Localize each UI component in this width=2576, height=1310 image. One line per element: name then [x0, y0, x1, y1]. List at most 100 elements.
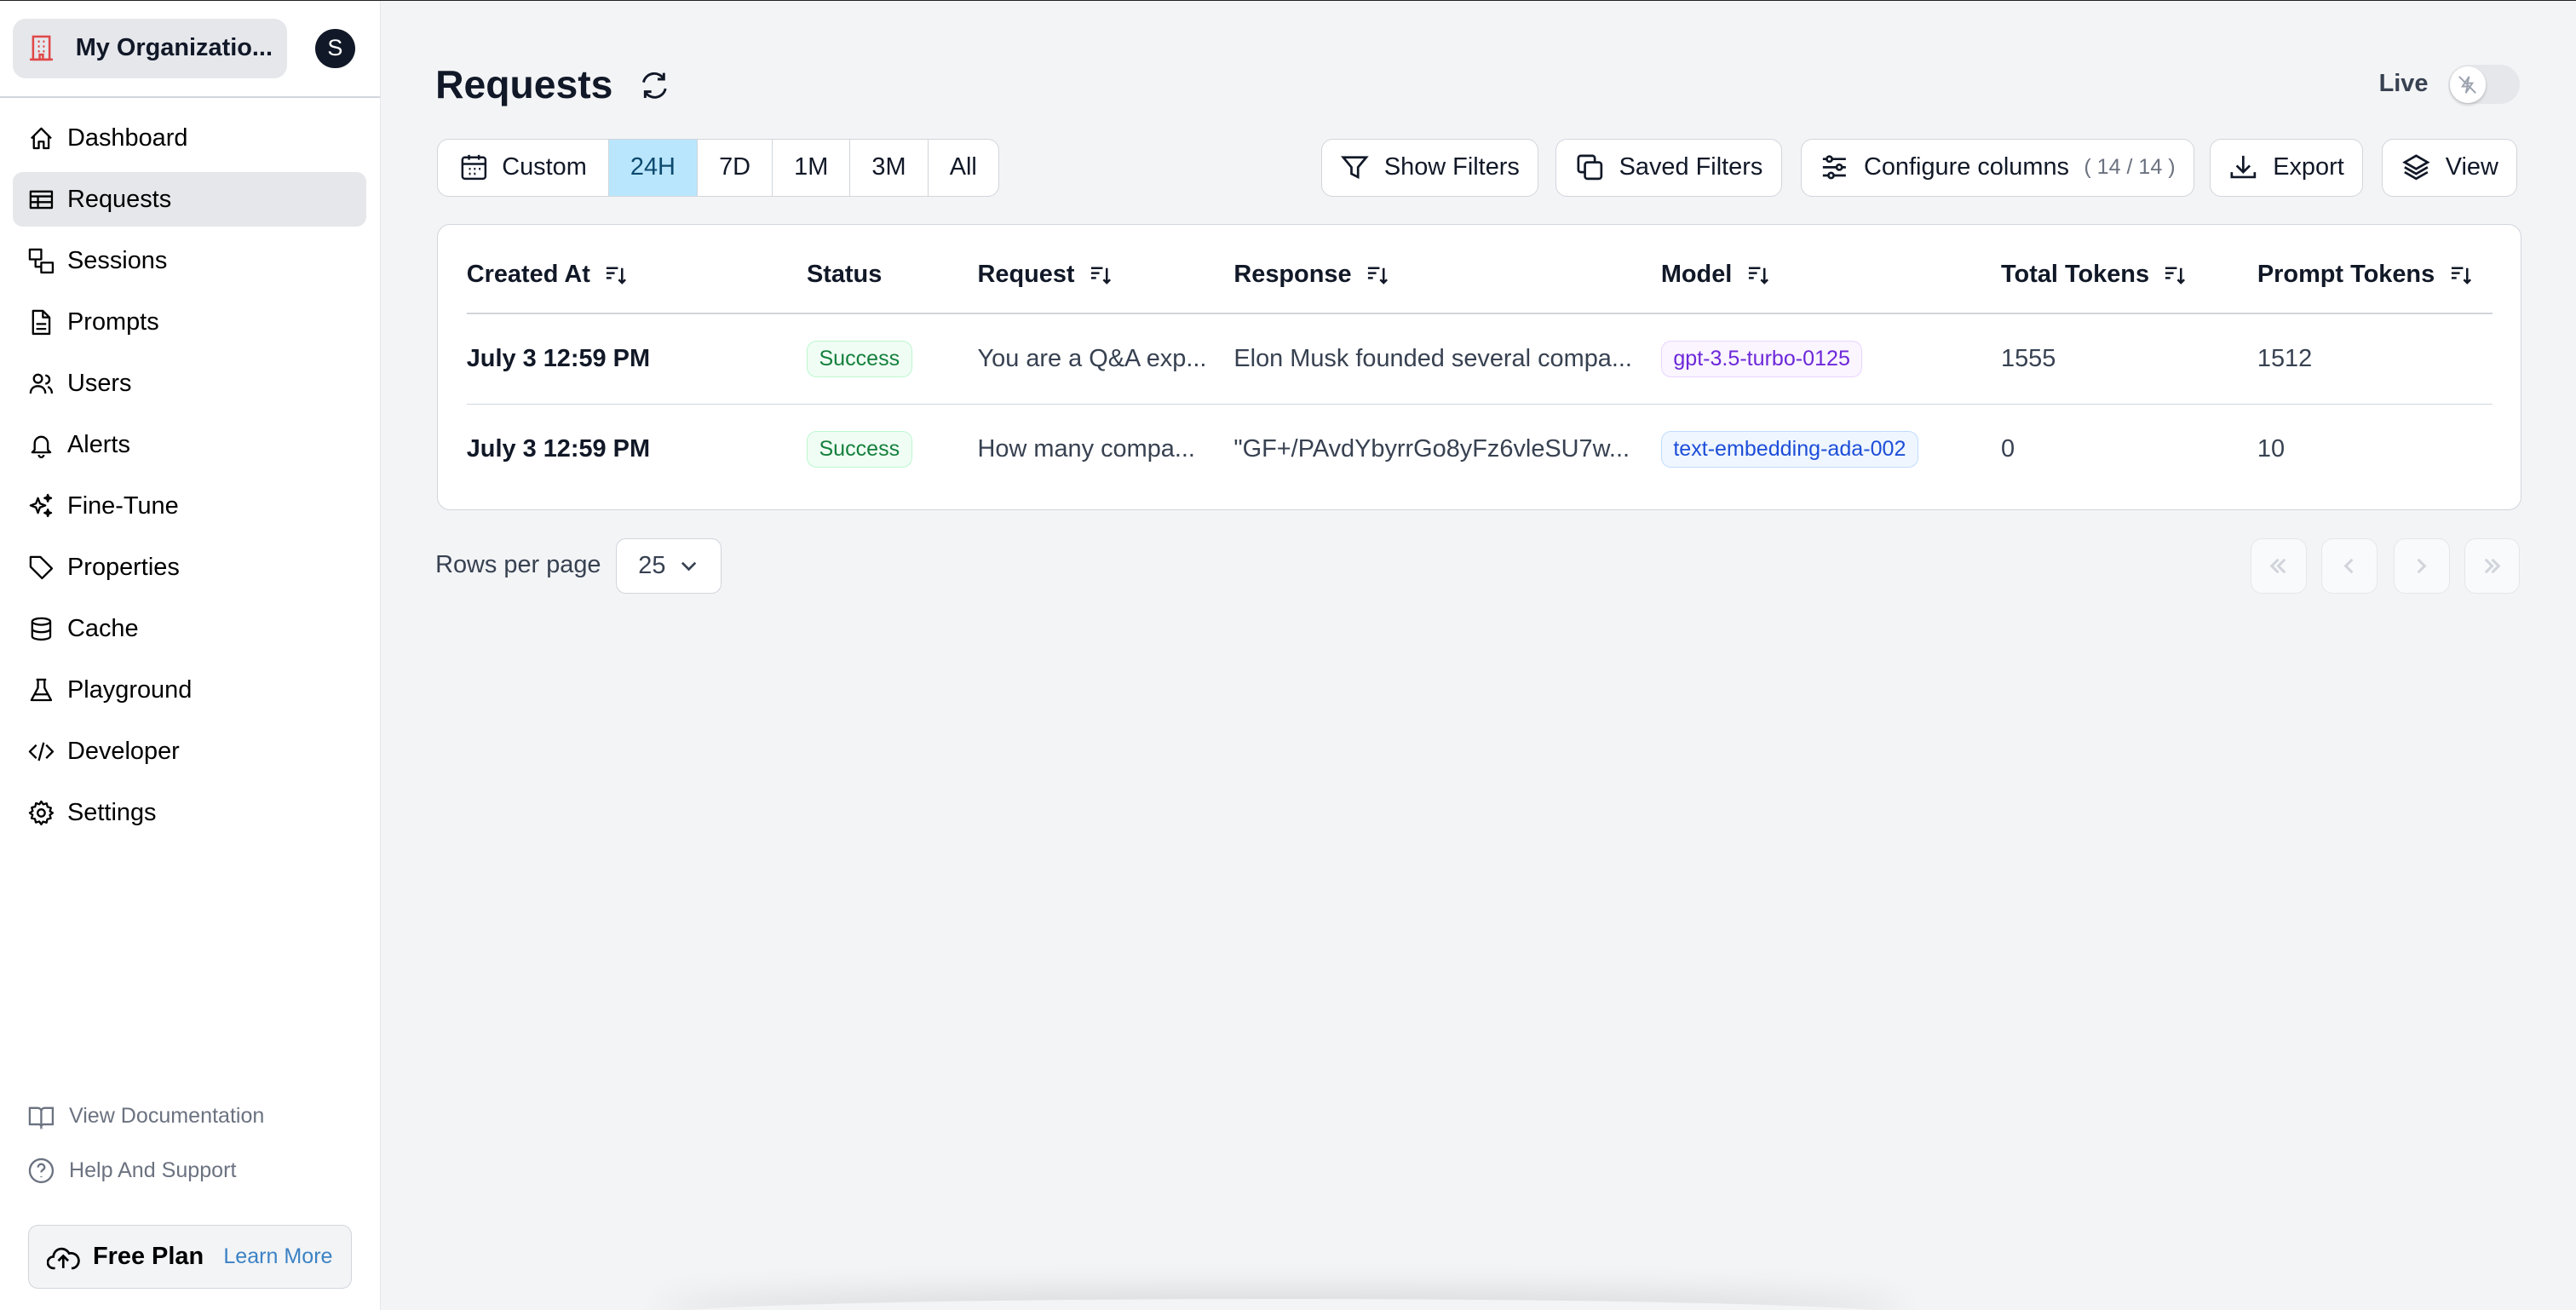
- live-label: Live: [2378, 70, 2429, 97]
- sliders-icon: [1822, 155, 1846, 180]
- bell-icon: [31, 435, 51, 458]
- divider: [0, 95, 380, 98]
- sidebar-item-label: Properties: [67, 553, 180, 581]
- cloud-upload-icon: [46, 1247, 80, 1270]
- range-label: 24H: [630, 153, 676, 181]
- calendar-icon: [461, 155, 487, 181]
- column-header-total-tokens[interactable]: Total Tokens: [2001, 261, 2187, 289]
- beaker-icon: [30, 678, 52, 702]
- page-title: Requests: [435, 62, 613, 107]
- range-24h[interactable]: 24H: [607, 140, 697, 196]
- sidebar-item-cache[interactable]: Cache: [13, 601, 366, 656]
- sidebar-item-label: Cache: [67, 614, 139, 642]
- column-header-created-at[interactable]: Created At: [467, 261, 628, 289]
- sidebar-item-users[interactable]: Users: [13, 356, 366, 411]
- sidebar: My Organizatio... S Dashboard Requests Ses…: [0, 1, 382, 1310]
- sort-icon[interactable]: [1090, 263, 1113, 286]
- chevrons-left-icon: [2270, 558, 2286, 574]
- table-row[interactable]: [467, 321, 2493, 397]
- sidebar-item-alerts[interactable]: Alerts: [13, 417, 366, 472]
- divider: [466, 313, 2493, 315]
- sidebar-item-properties[interactable]: Properties: [13, 540, 366, 595]
- configure-columns-label: Configure columns: [1863, 153, 2069, 181]
- sidebar-item-label: Requests: [67, 185, 172, 213]
- first-page-button[interactable]: [2251, 537, 2307, 595]
- table-row[interactable]: [467, 411, 2493, 487]
- org-switcher[interactable]: My Organizatio...: [13, 19, 288, 78]
- sidebar-item-label: Developer: [67, 737, 180, 765]
- rows-per-page-value: 25: [638, 551, 666, 579]
- funnel-icon: [1340, 156, 1369, 180]
- database-icon: [31, 617, 51, 641]
- show-filters-button[interactable]: Show Filters: [1320, 139, 1539, 197]
- copy-icon: [1577, 154, 1602, 181]
- sort-icon[interactable]: [1366, 263, 1389, 286]
- column-header-label: Created At: [466, 260, 590, 288]
- table-icon: [29, 190, 53, 209]
- rows-per-page-select[interactable]: 25: [616, 537, 722, 595]
- refresh-icon[interactable]: [639, 70, 670, 101]
- sort-icon[interactable]: [2450, 263, 2473, 286]
- column-header-prompt-tokens[interactable]: Prompt Tokens: [2257, 261, 2473, 289]
- range-3m[interactable]: 3M: [849, 140, 927, 196]
- column-header-label: Model: [1660, 260, 1733, 288]
- question-circle-icon: [28, 1158, 54, 1183]
- configure-columns-button[interactable]: Configure columns ( 14 / 14 ): [1800, 139, 2194, 197]
- sidebar-item-dashboard[interactable]: Dashboard: [13, 111, 366, 165]
- view-button[interactable]: View: [2382, 139, 2518, 197]
- bolt-slash-icon: [2458, 76, 2477, 94]
- saved-filters-button[interactable]: Saved Filters: [1555, 139, 1782, 197]
- sidebar-item-label: Prompts: [67, 307, 159, 336]
- view-documentation-link[interactable]: View Documentation: [28, 1103, 264, 1129]
- columns-count: ( 14 / 14 ): [2084, 155, 2176, 180]
- avatar[interactable]: S: [315, 28, 355, 69]
- live-toggle[interactable]: [2447, 65, 2521, 105]
- divider: [466, 403, 2493, 405]
- show-filters-label: Show Filters: [1383, 153, 1520, 181]
- document-icon: [32, 309, 50, 335]
- range-all[interactable]: All: [927, 140, 998, 196]
- chevron-down-icon: [681, 561, 697, 572]
- range-1m[interactable]: 1M: [772, 140, 849, 196]
- export-button[interactable]: Export: [2209, 139, 2363, 197]
- sidebar-item-playground[interactable]: Playground: [13, 664, 366, 718]
- sidebar-item-label: Dashboard: [67, 124, 188, 152]
- column-header-status[interactable]: Status: [807, 261, 882, 289]
- sidebar-item-sessions[interactable]: Sessions: [13, 233, 366, 288]
- building-icon: [29, 36, 53, 61]
- help-support-link[interactable]: Help And Support: [28, 1158, 237, 1184]
- next-page-button[interactable]: [2393, 537, 2450, 595]
- help-label: Help And Support: [68, 1158, 237, 1182]
- sidebar-item-prompts[interactable]: Prompts: [13, 295, 366, 349]
- range-7d[interactable]: 7D: [697, 140, 772, 196]
- range-custom[interactable]: Custom: [438, 140, 608, 196]
- chevron-right-icon: [2417, 558, 2427, 574]
- column-header-response[interactable]: Response: [1233, 261, 1389, 289]
- sort-icon[interactable]: [2164, 263, 2187, 286]
- chevrons-right-icon: [2484, 558, 2501, 574]
- plan-name: Free Plan: [92, 1242, 204, 1270]
- sidebar-item-developer[interactable]: Developer: [13, 725, 366, 779]
- view-label: View: [2445, 153, 2498, 181]
- column-header-label: Prompt Tokens: [2257, 260, 2435, 288]
- book-icon: [28, 1106, 54, 1129]
- range-label: 1M: [794, 153, 829, 181]
- sort-icon[interactable]: [1747, 263, 1770, 286]
- sidebar-item-fine-tune[interactable]: Fine-Tune: [13, 479, 366, 533]
- last-page-button[interactable]: [2464, 537, 2521, 595]
- sparkles-icon: [29, 493, 52, 517]
- column-header-request[interactable]: Request: [978, 261, 1113, 289]
- previous-page-button[interactable]: [2321, 537, 2378, 595]
- code-icon: [28, 742, 54, 761]
- learn-more-link[interactable]: Learn More: [223, 1244, 332, 1269]
- sort-icon[interactable]: [605, 263, 628, 286]
- sessions-icon: [28, 248, 54, 273]
- sidebar-item-requests[interactable]: Requests: [13, 172, 367, 227]
- sidebar-item-label: Users: [67, 369, 132, 397]
- sidebar-item-settings[interactable]: Settings: [13, 786, 366, 841]
- column-header-model[interactable]: Model: [1661, 261, 1770, 289]
- download-icon: [2230, 156, 2257, 179]
- window-shadow: [657, 1299, 1906, 1310]
- saved-filters-label: Saved Filters: [1619, 153, 1763, 181]
- range-label: 7D: [719, 153, 751, 181]
